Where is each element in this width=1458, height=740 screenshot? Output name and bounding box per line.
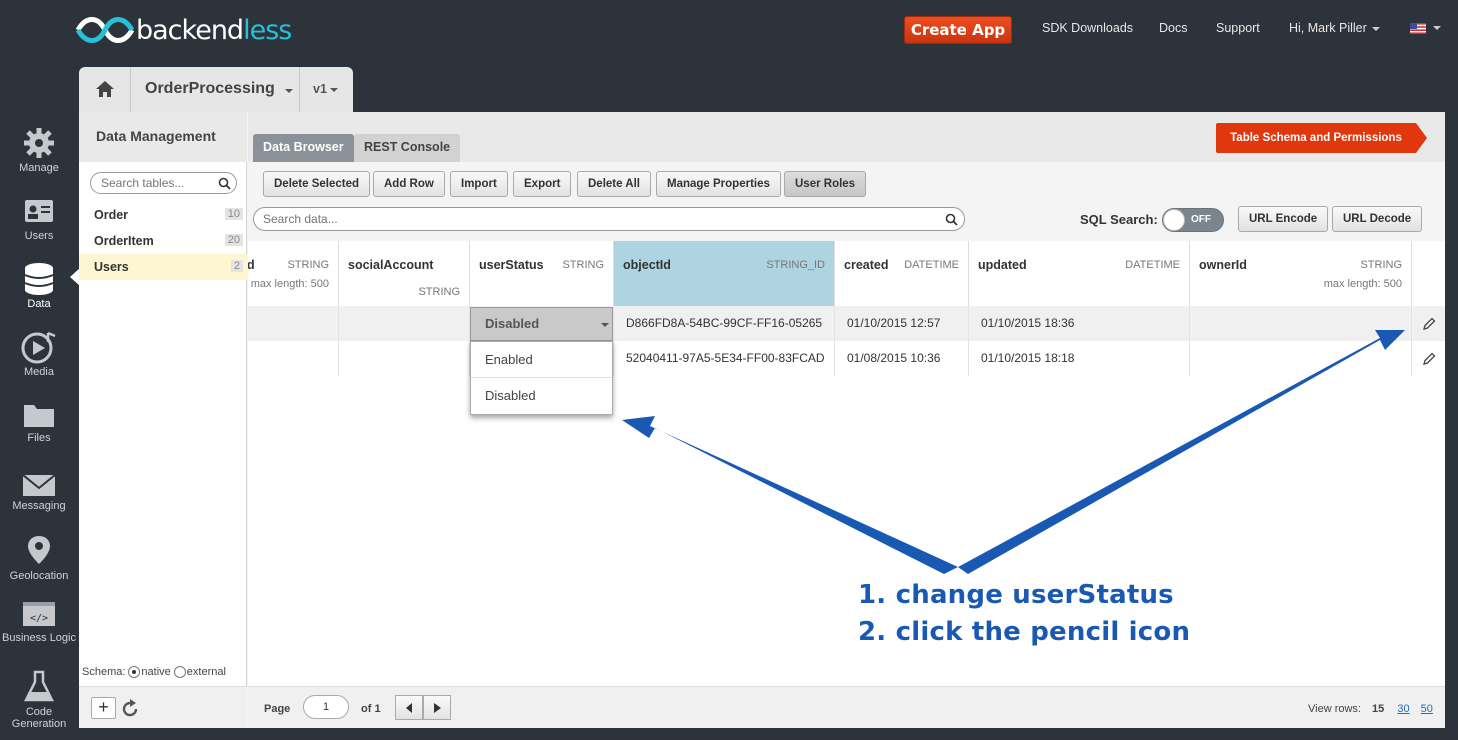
arrow-to-dropdown <box>622 416 958 574</box>
arrow-to-pencil <box>958 330 1405 574</box>
annotation-step-2: 2. click the pencil icon <box>858 617 1191 647</box>
annotation-arrows <box>622 330 1405 574</box>
annotation-step-1: 1. change userStatus <box>858 580 1174 610</box>
